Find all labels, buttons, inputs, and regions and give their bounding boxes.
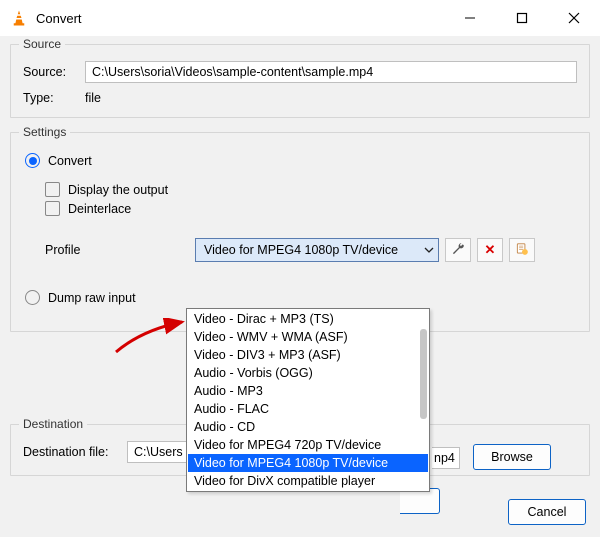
profile-option[interactable]: Video - WMV + WMA (ASF): [188, 328, 428, 346]
convert-radio-label: Convert: [48, 154, 92, 168]
profile-option[interactable]: Audio - Vorbis (OGG): [188, 364, 428, 382]
type-label: Type:: [23, 91, 77, 105]
radio-icon: [25, 290, 40, 305]
profile-selected-text: Video for MPEG4 1080p TV/device: [204, 243, 398, 257]
source-field[interactable]: [85, 61, 577, 83]
source-legend: Source: [19, 37, 65, 51]
window-title: Convert: [36, 11, 436, 26]
window-controls: [444, 0, 600, 36]
chevron-down-icon: [424, 245, 434, 255]
destination-file-label: Destination file:: [23, 445, 119, 459]
source-group: Source Source: Type: file: [10, 44, 590, 118]
dropdown-scrollbar[interactable]: [420, 329, 427, 419]
radio-icon: [25, 153, 40, 168]
edit-profile-button[interactable]: [445, 238, 471, 262]
display-output-label: Display the output: [68, 183, 168, 197]
delete-profile-button[interactable]: ✕: [477, 238, 503, 262]
checkbox-icon: [45, 182, 60, 197]
close-button[interactable]: [548, 0, 600, 36]
wrench-icon: [451, 242, 465, 259]
checkbox-icon: [45, 201, 60, 216]
type-value: file: [85, 91, 577, 105]
profile-row: Profile Video for MPEG4 1080p TV/device …: [45, 238, 577, 262]
new-profile-icon: [515, 242, 529, 259]
new-profile-button[interactable]: [509, 238, 535, 262]
deinterlace-checkbox[interactable]: Deinterlace: [45, 201, 575, 216]
titlebar: Convert: [0, 0, 600, 36]
profile-option[interactable]: Video for MPEG4 720p TV/device: [188, 436, 428, 454]
delete-icon: ✕: [485, 242, 496, 258]
cancel-button[interactable]: Cancel: [508, 499, 586, 525]
profile-option[interactable]: Audio - CD: [188, 418, 428, 436]
profile-label: Profile: [45, 243, 125, 257]
convert-radio[interactable]: Convert: [25, 153, 575, 168]
profile-option[interactable]: Video for DivX compatible player: [188, 472, 428, 490]
minimize-button[interactable]: [444, 0, 496, 36]
destination-legend: Destination: [19, 417, 87, 431]
dump-raw-radio[interactable]: Dump raw input: [25, 290, 575, 305]
profile-option[interactable]: Audio - MP3: [188, 382, 428, 400]
dialog-buttons: Cancel: [508, 499, 586, 525]
source-label: Source:: [23, 65, 77, 79]
deinterlace-label: Deinterlace: [68, 202, 131, 216]
settings-legend: Settings: [19, 125, 70, 139]
settings-group: Settings Convert Display the output Dein…: [10, 132, 590, 332]
profile-option[interactable]: Video - DIV3 + MP3 (ASF): [188, 346, 428, 364]
profile-option[interactable]: Video - Dirac + MP3 (TS): [188, 310, 428, 328]
maximize-button[interactable]: [496, 0, 548, 36]
profile-option[interactable]: Audio - FLAC: [188, 400, 428, 418]
dialog-client: Source Source: Type: file Settings Conve…: [0, 36, 600, 537]
profile-option-selected[interactable]: Video for MPEG4 1080p TV/device: [188, 454, 428, 472]
vlc-cone-icon: [10, 9, 28, 27]
display-output-checkbox[interactable]: Display the output: [45, 182, 575, 197]
dump-raw-label: Dump raw input: [48, 291, 136, 305]
destination-file-suffix[interactable]: np4: [432, 447, 460, 469]
profile-dropdown-list[interactable]: Video - Dirac + MP3 (TS) Video - WMV + W…: [186, 308, 430, 492]
browse-button[interactable]: Browse: [473, 444, 551, 470]
profile-select[interactable]: Video for MPEG4 1080p TV/device: [195, 238, 439, 262]
